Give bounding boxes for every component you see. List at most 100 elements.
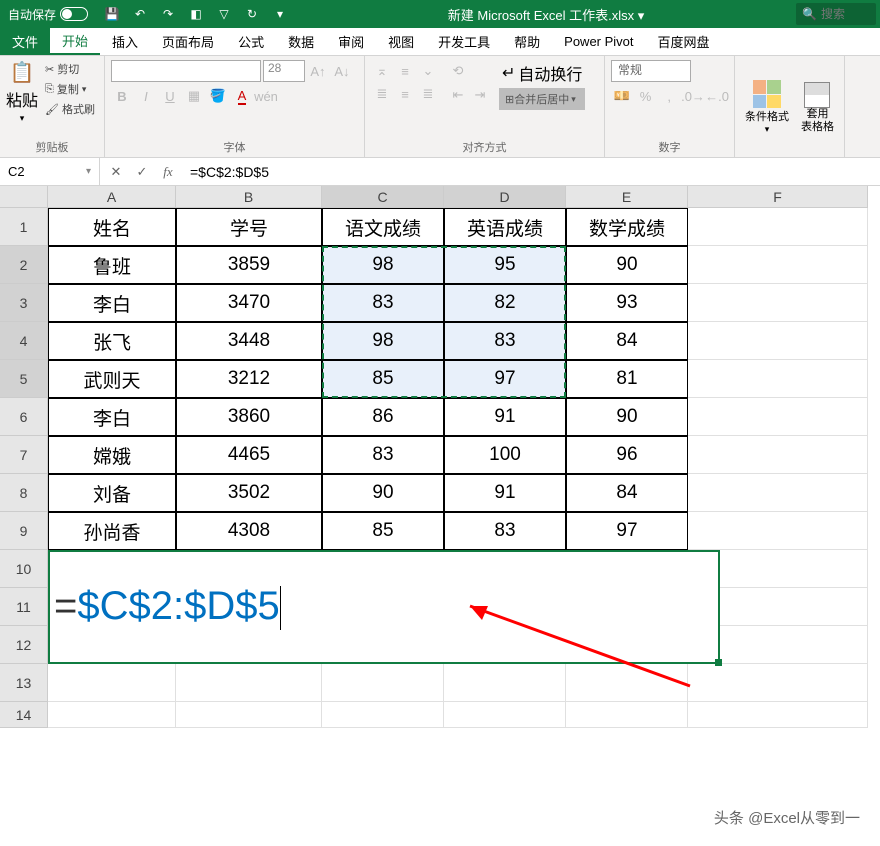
cell[interactable]: 97 [444,360,566,398]
row-header[interactable]: 8 [0,474,48,512]
save-icon[interactable]: 💾 [102,4,122,24]
cell[interactable]: 98 [322,322,444,360]
italic-button[interactable]: I [135,85,157,107]
cell[interactable]: 张飞 [48,322,176,360]
phonetic-button[interactable]: wén [255,85,277,107]
cell[interactable] [688,474,868,512]
cell[interactable]: 李白 [48,398,176,436]
touch-icon[interactable]: ◧ [186,4,206,24]
cell[interactable]: 3502 [176,474,322,512]
col-header-c[interactable]: C [322,186,444,208]
tab-powerpivot[interactable]: Power Pivot [552,28,645,55]
tab-layout[interactable]: 页面布局 [150,28,226,55]
cell[interactable]: 90 [566,246,688,284]
tab-data[interactable]: 数据 [276,28,326,55]
decrease-indent-button[interactable]: ⇤ [447,84,469,106]
font-family-combo[interactable] [111,60,261,82]
cut-button[interactable]: ✂剪切 [42,60,98,78]
auto-save-toggle[interactable]: 自动保存 [0,6,96,23]
number-format-combo[interactable]: 常规 [611,60,691,82]
cell[interactable]: 鲁班 [48,246,176,284]
row-header[interactable]: 13 [0,664,48,702]
align-middle-button[interactable]: ≡ [394,60,416,82]
cell[interactable]: 3860 [176,398,322,436]
col-header-a[interactable]: A [48,186,176,208]
row-header[interactable]: 1 [0,208,48,246]
cell[interactable]: 91 [444,398,566,436]
cell[interactable]: 4465 [176,436,322,474]
col-header-b[interactable]: B [176,186,322,208]
cell[interactable]: 83 [322,436,444,474]
row-header[interactable]: 12 [0,626,48,664]
row-header[interactable]: 11 [0,588,48,626]
bold-button[interactable]: B [111,85,133,107]
accounting-button[interactable]: 💴 [611,85,633,107]
redo-icon[interactable]: ↷ [158,4,178,24]
cell[interactable]: 90 [566,398,688,436]
border-button[interactable]: ▦ [183,85,205,107]
insert-function-button[interactable]: fx [156,160,180,184]
row-header[interactable]: 9 [0,512,48,550]
search-input[interactable] [821,7,871,21]
cell[interactable]: 3212 [176,360,322,398]
cell[interactable] [688,664,868,702]
cell[interactable] [444,664,566,702]
search-box[interactable]: 🔍 [796,3,876,25]
cell[interactable]: 81 [566,360,688,398]
align-left-button[interactable]: ≣ [371,83,393,105]
cell[interactable] [688,512,868,550]
decrease-font-button[interactable]: A↓ [331,60,353,82]
comma-button[interactable]: , [658,85,680,107]
cell[interactable]: 95 [444,246,566,284]
align-center-button[interactable]: ≡ [394,83,416,105]
increase-decimal-button[interactable]: .0→ [682,85,704,107]
row-header[interactable]: 14 [0,702,48,728]
cell[interactable]: 83 [444,322,566,360]
cell[interactable]: 数学成绩 [566,208,688,246]
row-header[interactable]: 4 [0,322,48,360]
cell[interactable]: 83 [322,284,444,322]
cell[interactable] [688,702,868,728]
cell[interactable] [176,702,322,728]
row-header[interactable]: 10 [0,550,48,588]
enter-formula-button[interactable]: ✓ [130,160,154,184]
percent-button[interactable]: % [635,85,657,107]
cell[interactable]: 3859 [176,246,322,284]
cell[interactable]: 4308 [176,512,322,550]
wrap-text-button[interactable]: ↵自动换行 [499,60,585,86]
cell[interactable]: 86 [322,398,444,436]
cell[interactable]: 学号 [176,208,322,246]
tab-help[interactable]: 帮助 [502,28,552,55]
cell[interactable]: 英语成绩 [444,208,566,246]
font-color-button[interactable]: A [231,85,253,107]
merge-button[interactable]: ⊞合并后居中▾ [499,88,585,110]
row-header[interactable]: 2 [0,246,48,284]
cell[interactable]: 100 [444,436,566,474]
conditional-format-button[interactable]: 条件格式 ▾ [741,60,793,155]
cell[interactable] [322,664,444,702]
align-bottom-button[interactable]: ⌄ [417,60,439,82]
tab-review[interactable]: 审阅 [326,28,376,55]
font-size-combo[interactable]: 28 [263,60,305,82]
increase-indent-button[interactable]: ⇥ [469,84,491,106]
cell[interactable]: 84 [566,322,688,360]
cell[interactable] [688,436,868,474]
formula-input[interactable]: =$C$2:$D$5 [184,164,880,180]
row-header[interactable]: 6 [0,398,48,436]
select-all-corner[interactable] [0,186,48,208]
cell[interactable] [688,398,868,436]
cell[interactable] [566,702,688,728]
cell[interactable]: 85 [322,360,444,398]
fill-handle[interactable] [715,659,722,666]
cell[interactable]: 3470 [176,284,322,322]
cell[interactable]: 91 [444,474,566,512]
align-top-button[interactable]: ⌅ [371,60,393,82]
increase-font-button[interactable]: A↑ [307,60,329,82]
row-header[interactable]: 3 [0,284,48,322]
cell[interactable]: 85 [322,512,444,550]
name-box[interactable]: C2 ▾ [0,158,100,185]
cell[interactable]: 90 [322,474,444,512]
cell[interactable] [322,702,444,728]
col-header-e[interactable]: E [566,186,688,208]
refresh-icon[interactable]: ↻ [242,4,262,24]
